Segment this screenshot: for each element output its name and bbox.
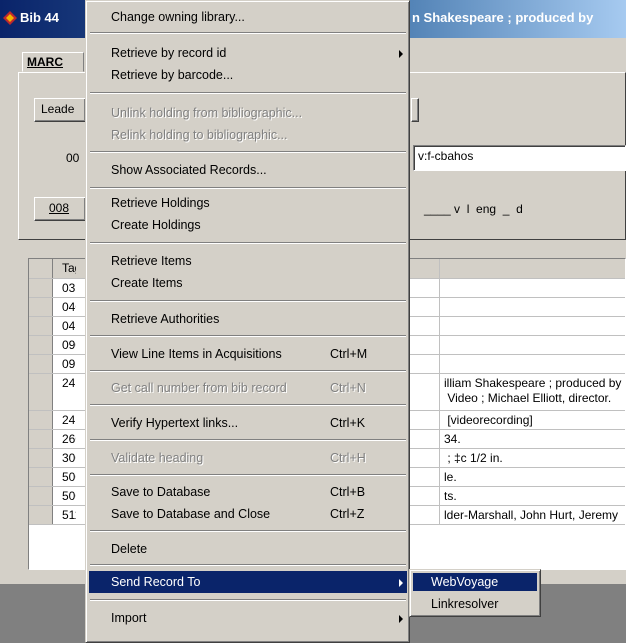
row-content-line: 34.: [444, 432, 461, 446]
row-tag: 300: [62, 451, 76, 465]
row-content: [439, 355, 625, 373]
row-content-line: ; ‡c 1/2 in.: [444, 451, 503, 465]
leader-button[interactable]: Leade: [34, 98, 86, 122]
row-content: [439, 317, 625, 335]
row-content-line: le.: [444, 470, 457, 484]
row-selector[interactable]: [29, 468, 53, 486]
row-content: illiam Shakespeare ; produced by Video ;…: [439, 374, 625, 410]
menu-item-show-associated-records[interactable]: Show Associated Records...: [89, 161, 407, 179]
menu-item-unlink-holding: Unlink holding from bibliographic...: [111, 106, 303, 120]
menu-separator: [90, 599, 406, 601]
row-content: le.: [439, 468, 625, 486]
menu-item-send-record-to[interactable]: Send Record To: [89, 571, 407, 593]
submenu-arrow-icon: [399, 615, 403, 623]
menu-separator: [90, 370, 406, 372]
row-content-line: ts.: [444, 489, 457, 503]
menu-separator: [90, 32, 406, 34]
menu-item-retrieve-items[interactable]: Retrieve Items: [89, 252, 407, 270]
menu-item-verify-hypertext-links[interactable]: Verify Hypertext links... Ctrl+K: [89, 414, 407, 432]
leader-button-edge: [411, 98, 419, 122]
row-content: [439, 279, 625, 297]
menu-separator: [90, 92, 406, 94]
submenu-arrow-icon: [399, 50, 403, 58]
menu-separator: [90, 187, 406, 189]
row-tag: 090: [62, 338, 76, 352]
row-tag: 035: [62, 281, 76, 295]
row-content-line: Video ; Michael Elliott, director.: [444, 391, 612, 405]
row-tag: 040: [62, 300, 76, 314]
row-selector[interactable]: [29, 336, 53, 354]
menu-item-validate-heading: Validate heading Ctrl+H: [111, 451, 366, 465]
row-tag: 099: [62, 357, 76, 371]
row-selector[interactable]: [29, 411, 53, 429]
row-selector[interactable]: [29, 449, 53, 467]
row-tag: 511: [62, 508, 76, 522]
menu-separator: [90, 530, 406, 532]
row-tag: 049: [62, 319, 76, 333]
menu-item-view-line-items[interactable]: View Line Items in Acquisitions Ctrl+M: [89, 345, 407, 363]
row-selector[interactable]: [29, 317, 53, 335]
send-record-to-submenu: WebVoyage Linkresolver: [409, 569, 541, 617]
row-content: lder-Marshall, John Hurt, Jeremy: [439, 506, 625, 524]
fixed-field-values: ____ v l eng _ d: [424, 202, 523, 216]
row-content-line: lder-Marshall, John Hurt, Jeremy: [444, 508, 619, 522]
row-selector: [29, 259, 53, 278]
row-selector[interactable]: [29, 374, 53, 410]
menu-item-create-items[interactable]: Create Items: [89, 274, 407, 292]
row-selector[interactable]: [29, 355, 53, 373]
tab-marc[interactable]: MARC: [22, 52, 84, 72]
row-content-line: [videorecording]: [444, 413, 533, 427]
menu-separator: [90, 242, 406, 244]
row-selector[interactable]: [29, 487, 53, 505]
window-title-right: n Shakespeare ; produced by: [412, 10, 594, 25]
menu-item-save-to-database[interactable]: Save to Database Ctrl+B: [89, 483, 407, 501]
row-selector[interactable]: [29, 506, 53, 524]
submenu-arrow-icon: [399, 579, 403, 587]
menu-item-change-owning-library[interactable]: Change owning library...: [89, 8, 407, 26]
field-00-label: 00: [66, 151, 80, 165]
row-content: 34.: [439, 430, 625, 448]
grid-header-tag: Tag: [62, 261, 76, 275]
menu-item-retrieve-authorities[interactable]: Retrieve Authorities: [89, 310, 407, 328]
menu-separator: [90, 335, 406, 337]
menu-item-get-call-number: Get call number from bib record Ctrl+N: [111, 381, 366, 395]
row-tag: 260: [62, 432, 76, 446]
row-content: ; ‡c 1/2 in.: [439, 449, 625, 467]
menu-item-retrieve-by-record-id[interactable]: Retrieve by record id: [89, 44, 407, 62]
app-icon: [3, 11, 17, 25]
menu-item-save-and-close[interactable]: Save to Database and Close Ctrl+Z: [89, 505, 407, 523]
menu-separator: [90, 564, 406, 566]
submenu-item-linkresolver[interactable]: Linkresolver: [413, 595, 537, 613]
row-selector[interactable]: [29, 298, 53, 316]
menu-separator: [90, 404, 406, 406]
geographic-area-field[interactable]: v:f-cbahos: [413, 145, 626, 171]
menu-item-relink-holding: Relink holding to bibliographic...: [111, 128, 288, 142]
row-content: [439, 298, 625, 316]
menu-separator: [90, 474, 406, 476]
row-tag: 245: [62, 376, 76, 390]
menu-separator: [90, 300, 406, 302]
menu-item-retrieve-by-barcode[interactable]: Retrieve by barcode...: [89, 66, 407, 84]
submenu-item-webvoyage[interactable]: WebVoyage: [413, 573, 537, 591]
menu-separator: [90, 151, 406, 153]
row-content-line: illiam Shakespeare ; produced by: [444, 376, 622, 390]
record-context-menu: Change owning library... Retrieve by rec…: [85, 0, 410, 643]
row-selector[interactable]: [29, 279, 53, 297]
row-content: [videorecording]: [439, 411, 625, 429]
menu-item-import[interactable]: Import: [89, 609, 407, 627]
row-tag: 500: [62, 489, 76, 503]
row-content: ts.: [439, 487, 625, 505]
menu-item-delete[interactable]: Delete: [89, 540, 407, 558]
menu-item-create-holdings[interactable]: Create Holdings: [89, 216, 407, 234]
row-selector[interactable]: [29, 430, 53, 448]
fixed-field-008-button[interactable]: 008: [34, 197, 86, 221]
grid-header-content: [439, 259, 625, 278]
window-title-left: Bib 44: [20, 10, 60, 25]
row-tag: 500: [62, 470, 76, 484]
menu-item-retrieve-holdings[interactable]: Retrieve Holdings: [89, 194, 407, 212]
menu-separator: [90, 439, 406, 441]
row-tag: 246: [62, 413, 76, 427]
row-content: [439, 336, 625, 354]
